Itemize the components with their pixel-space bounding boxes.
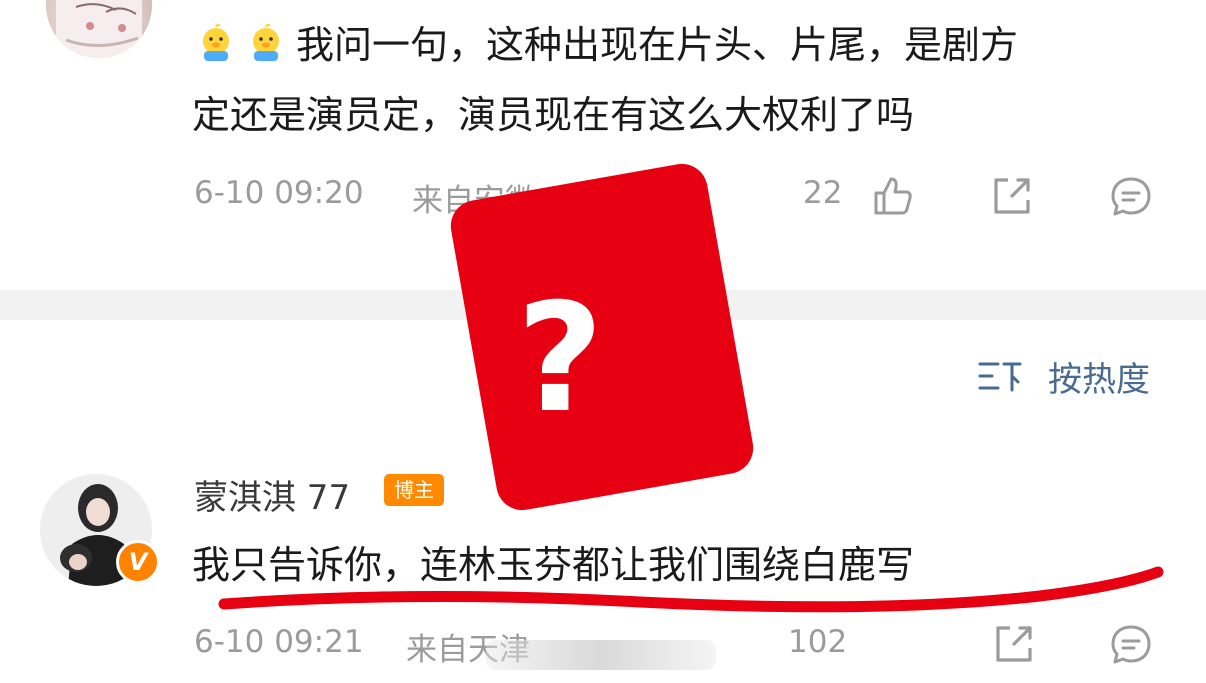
comment-icon[interactable] [1108,174,1154,220]
sort-label[interactable]: 按热度 [1048,352,1150,401]
author-badge: 博主 [384,474,444,506]
chick-emoji-icon [196,21,236,61]
comment-text-line2: 定还是演员定，演员现在有这么大权利了吗 [192,93,915,137]
chick-emoji-icon [246,21,286,61]
share-icon[interactable] [990,174,1034,218]
blurred-watermark [486,640,716,670]
comment-time: 6-10 09:21 [194,624,364,660]
section-divider [0,290,1206,320]
username[interactable]: 蒙淇淇 77 [194,470,350,519]
comment-text: 我问一句，这种出现在片头、片尾，是剧方 [196,16,1018,74]
like-icon[interactable] [872,175,914,217]
comment-text: 我只告诉你，连林玉芬都让我们围绕白鹿写 [192,543,915,587]
comment-location: 来自安徽 [412,183,536,219]
avatar[interactable] [46,0,152,58]
comment-time: 6-10 09:20 [194,175,364,211]
share-icon[interactable] [992,622,1036,666]
like-count: 22 [803,175,843,211]
comment-text-line1: 我问一句，这种出现在片头、片尾，是剧方 [296,23,1019,67]
comment-icon[interactable] [1108,622,1154,668]
avatar-illustration [56,0,142,58]
sort-icon[interactable] [976,356,1024,396]
verified-badge: V [116,540,160,584]
like-count: 102 [788,624,848,660]
